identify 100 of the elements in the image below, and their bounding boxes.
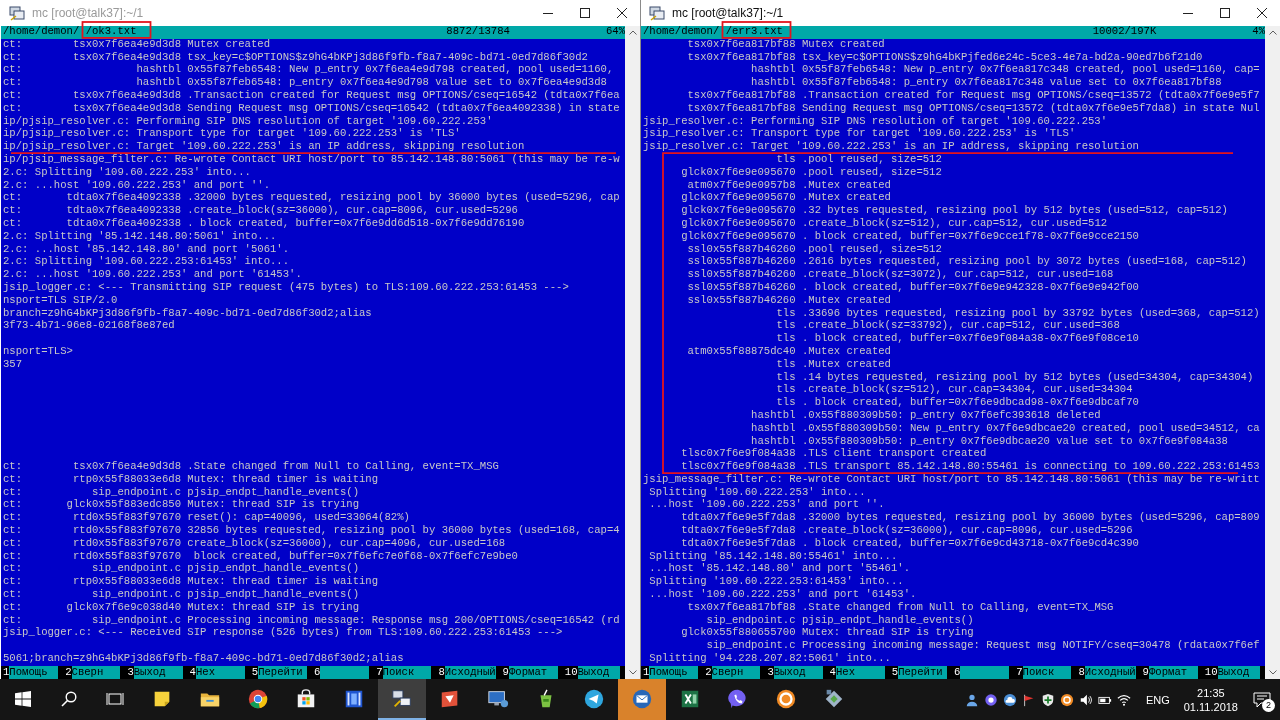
log-line: ...host '109.60.222.253' and port ''. [649,499,885,511]
log-line: jsip_resolver.c: Transport type for target '109.60.222.253' is 'TLS' [643,128,1076,140]
scroll-down-icon[interactable] [1268,670,1277,675]
log-line: 5061;branch=z9hG4bKPj3d86f9fb-f8a7-409c-bd71-0ed7d86f30d2;alias [3,653,404,665]
log-line: ct: tdta0x7f6ea4092338 .create_block(sz=36000), cur.cap=8096, cur.used=5296 [3,205,518,217]
highlight-frame [81,21,152,39]
log-line: 2.c: ...host '85.142.148.80' and port '5061'. [3,243,290,255]
log-line: 2.c: Splitting '85.142.148.80:5061' into... [3,230,277,242]
log-line: ct: sip_endpoint.c pjsip_endpt_handle_events() [3,563,359,575]
speaker-icon[interactable] [1078,692,1093,707]
log-line: ct: sip_endpoint.c Processing incoming message: Response msg 200/OPTIONS/cseq=16542 (rd [3,614,620,626]
log-line: ...host '85.142.148.80' and port '55461'. [649,563,910,575]
log-line: tls .create_block(sz=33792), cur.cap=512, cur.used=368 [776,320,1120,332]
log-line: 2.c: ...host '109.60.222.253' and port '61453'. [3,269,302,281]
log-line: glck0x55f880655700 Mutex: thread SIP is trying [681,627,974,639]
language-indicator[interactable]: ENG [1137,693,1178,706]
wifi-icon[interactable] [1116,692,1131,707]
minimize-icon [542,12,553,14]
log-line: tls .Mutex created [776,358,891,370]
cloud-icon[interactable] [1002,692,1017,707]
log-line: nsport=TLS SIP/2.0 [3,294,118,306]
log-line: 2.c: Splitting '109.60.222.253:61453' into... [3,256,290,268]
log-line: ct: tdta0x7f6ea4092338 . block created, buffer=0x7f6e9dd6d518-0x7f6e9dd76190 [3,217,525,229]
log-line: ssl0x55f887b46260 .2616 bytes requested, resizing pool by 3072 bytes (used=168, cap=512) [687,256,1247,268]
log-line: tdta0x7f6e9e5f7da8 .create_block(sz=36000), cur.cap=8096, cur.used=5296 [681,525,1133,537]
scroll-up-icon[interactable] [628,30,637,35]
ring-icon [775,687,797,710]
log-line: ip/pjsip_message_filter.c: Re-wrote Contact URI host/port to 85.142.148.80:5061 (this may be re-w [3,153,620,165]
log-line: ct: tsx0x7f6ea4e9d3d8 Sending Request msg OPTIONS/cseq=16542 (tdta0x7f6ea4092338) in state [3,102,620,114]
log-line: ip/pjsip_resolver.c: Performing SIP DNS resolution of target '109.60.222.253' [3,115,493,127]
log-line: atm0x7f6e9e0957b8 .Mutex created [687,179,891,191]
log-line: hashtbl 0x55f87feb6548: p_entry 0x7f6ea817c348 value set to 0x7f6ea817bf88 [751,77,1222,89]
minimize-icon [1182,12,1193,14]
position-counter: 10002/197K [1092,26,1157,37]
log-line: ssl0x55f887b46260 . block created, buffer=0x7f6e9e942328-0x7f6e9e942f00 [687,281,1139,293]
log-line: tsx0x7f6ea817bf88 .Transaction created for Request msg OPTIONS/cseq=13572 (tdta0x7f6e9e5f7 [687,90,1260,101]
scrollbar[interactable] [625,26,640,679]
computers-icon [391,687,413,710]
taskbar-button[interactable] [378,679,426,720]
log-line: ct: tdta0x7f6ea4092338 .32000 bytes requested, resizing pool by 36000 bytes (used=5296, cap [3,192,620,204]
clock[interactable]: 21:35 01.11.2018 [1177,685,1244,714]
scrollbar[interactable] [1265,26,1280,679]
log-line: hashtbl .0x55f880309b50: p_entry 0x7f6efc393618 deleted [751,409,1101,421]
log-line: ssl0x55f887b46260 .Mutex created [687,294,891,306]
flag-icon[interactable] [1021,692,1036,707]
log-line: jsip_logger.c: <--- Transmitting SIP request (475 bytes) to TLS:109.60.222.253:61453 ---> [3,281,569,293]
log-line: tdta0x7f6e9e5f7da8 .32000 bytes requested, resizing pool by 36000 bytes (used=5296, cap=809 [681,512,1260,524]
log-line: 3f73-4b71-96e8-02168f8e87ed [3,320,175,332]
file-path: /err3.txt [725,26,783,37]
log-line: ct: rtp0x55f88033e6d8 Mutex: thread timer is waiting [3,473,379,485]
chat-icon[interactable] [983,692,998,707]
log-line: ct: hashtbl 0x55f87feb6548: p_entry 0x7f6ea4e9d798 value set to 0x7f6ea4e9d3d8 [3,77,607,89]
log-line: Splitting '109.60.222.253:61453' into... [649,576,904,588]
start-icon [15,690,31,707]
log-line: branch=z9hG4bKPj3d86f9fb-f8a7-409c-bd71-0ed7d86f30d2;alias [3,307,372,319]
scroll-down-icon[interactable] [628,670,637,675]
shield-icon[interactable] [1040,692,1055,707]
person-icon[interactable] [964,692,979,707]
file-path: /home/demon/ [643,26,720,37]
ring-icon[interactable] [1059,692,1074,707]
mail-icon [631,687,653,710]
close-icon [616,8,627,18]
close-icon [1256,8,1267,18]
log-line: ct: rtd0x55f883f97670 reset(): cap=40096, used=33064(82%) [3,512,410,524]
log-line: tsx0x7f6ea817bf88 .State changed from Null to Calling, event=TX_MSG [687,601,1114,613]
log-line: jsip_resolver.c: Target '109.60.222.253' is an IP address, skipping resolution [643,141,1139,153]
file-path: /ok3.txt [85,26,137,37]
notification-button[interactable]: 2 [1244,679,1280,720]
log-line: ssl0x55f887b46260 .pool reused, size=512 [687,243,942,255]
log-line: jsip_message_filter.c: Re-wrote Contact URI host/port to 85.142.148.80:5061 (this may be re-writt [643,473,1260,485]
scroll-up-icon[interactable] [1268,30,1277,35]
log-line: glck0x7f6e9e095670 .create_block(sz=512), cur.cap=512, cur.used=512 [681,217,1108,229]
window-title: mc [root@talk37]:~/1 [672,6,784,20]
log-line: ct: rtd0x55f883f97670 block created, buffer=0x7f6efc7e0f68-0x7f6efc7e9be0 [3,550,518,562]
computer-icon [649,5,665,21]
log-line: ct: rtd0x55f883f97670 32856 bytes requested, resizing pool by 36000 bytes (used=168, cap=4 [3,525,620,537]
maximize-icon [579,8,590,18]
log-line: ct: tsx0x7f6ea4e9d3d8 .Transaction created for Request msg OPTIONS/cseq=16542 (tdta0x7f6ea [3,90,620,101]
log-line: ct: tsx0x7f6ea4e9d3d8 tsx_key=c$OPTIONS$z9hG4bKPj3d86f9fb-f8a7-409c-bd71-0ed7d86f30d2 [3,51,588,63]
log-line: hashtbl 0x55f87feb6548: New p_entry 0x7f6ea817c348 created, pool used=1160, cap= [751,64,1260,76]
notification-icon [1253,691,1271,708]
log-line: tsx0x7f6ea817bf88 Mutex created [687,38,885,50]
log-line: glck0x7f6e9e095670 .Mutex created [681,192,891,204]
percent-readout: 64% [605,26,625,37]
log-line: ...host '109.60.222.253' and port '61453'. [649,589,917,601]
log-line: nsport=TLS> [3,345,73,357]
log-line: ct: sip_endpoint.c pjsip_endpt_handle_events() [3,589,359,601]
log-line: hashtbl .0x55f880309b50: p_entry 0x7f6e9dbcae20 value set to 0x7f6e9f084a38 [751,435,1228,447]
log-line: ip/pjsip_resolver.c: Transport type for target '109.60.222.253' is 'TLS' [3,128,461,140]
percent-readout: 4% [1252,26,1265,37]
window-title: mc [root@talk37]:~/1 [32,6,144,20]
notification-count: 2 [1262,699,1275,712]
search-icon [61,690,77,707]
log-line: tls .14 bytes requested, resizing pool by 512 bytes (used=34304, cap=34304) [776,371,1254,383]
log-line: tls . block created, buffer=0x7f6e9dbcad98-0x7f6e9dbcaf70 [776,397,1139,409]
log-line: tls .pool reused, size=512 [776,153,942,165]
file-path: /home/demon/ [3,26,80,37]
map-icon [823,687,845,710]
log-line: Splitting '109.60.222.253' into... [649,486,866,498]
log-line: jsip_logger.c: <--- Received SIP response (526 bytes) from TLS:109.60.222.253:61453 ---> [3,627,563,639]
